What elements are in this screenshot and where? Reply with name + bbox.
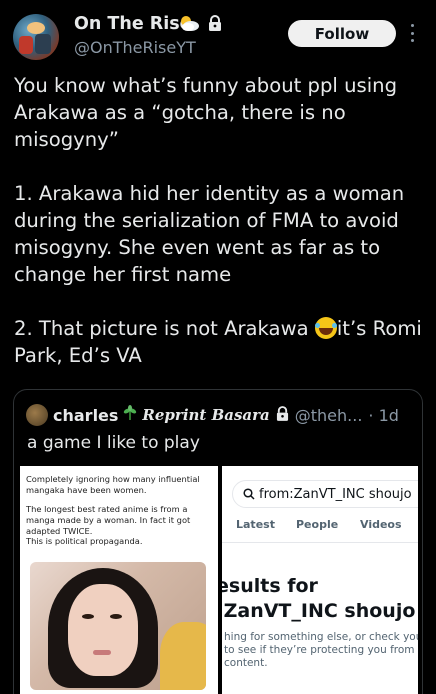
herb-icon xyxy=(122,405,138,425)
no-results-subtext: hing for something else, or check your S… xyxy=(224,631,418,670)
tweet-paragraph-2: 1. Arakawa hid her identity as a woman d… xyxy=(14,182,411,286)
search-tabs-screenshot: Latest People Videos xyxy=(236,518,418,531)
quoted-tweet-header: charles Reprint Basara @theh... · 1d xyxy=(26,404,399,426)
left-image-text-1: Completely ignoring how many influential… xyxy=(26,474,200,495)
lock-icon xyxy=(208,15,222,35)
search-icon xyxy=(243,488,255,500)
quoted-author-handle[interactable]: @theh... xyxy=(295,406,363,425)
author-handle[interactable]: @OnTheRiseYT xyxy=(74,38,196,57)
no-results-line-2: :ZanVT_INC shoujo xyxy=(222,600,416,622)
tweet-paragraph-1: You know what’s funny about ppl using Ar… xyxy=(14,74,404,151)
tweet-header: On The Rise @OnTheRiseYT Follow xyxy=(0,0,436,68)
search-query: from:ZanVT_INC shoujo xyxy=(259,486,412,502)
author-badges xyxy=(178,14,222,36)
quoted-image-left[interactable]: Completely ignoring how many influential… xyxy=(20,466,218,694)
author-name[interactable]: On The Rise xyxy=(74,14,192,34)
no-results-sub-2: to see if they’re protecting you from po… xyxy=(224,644,418,656)
divider xyxy=(222,542,418,543)
quoted-author-name-extra: Reprint Basara xyxy=(142,406,270,424)
tab-latest: Latest xyxy=(236,518,275,531)
laughing-tears-icon xyxy=(314,317,337,339)
tab-people: People xyxy=(296,518,339,531)
lock-icon xyxy=(276,405,289,425)
quoted-tweet-text: a game I like to play xyxy=(27,433,200,453)
quoted-tweet-time[interactable]: · 1d xyxy=(368,406,399,425)
no-results-sub-1a: hing for something else, or check your xyxy=(224,631,418,643)
author-avatar[interactable] xyxy=(13,14,59,60)
tweet-paragraph-3a: 2. That picture is not Arakawa xyxy=(14,317,315,340)
more-options-icon[interactable] xyxy=(409,24,415,42)
no-results-heading: esults for :ZanVT_INC shoujo xyxy=(222,574,415,624)
left-image-text-3: This is political propaganda. xyxy=(26,536,143,546)
quoted-tweet[interactable]: charles Reprint Basara @theh... · 1d a g… xyxy=(13,389,423,694)
quoted-author-name[interactable]: charles xyxy=(53,406,118,425)
sun-behind-cloud-icon xyxy=(178,14,200,36)
follow-button[interactable]: Follow xyxy=(288,20,396,47)
quoted-image-right[interactable]: from:ZanVT_INC shoujo Latest People Vide… xyxy=(222,466,418,694)
portrait-photo xyxy=(30,562,206,690)
tweet-body: You know what’s funny about ppl using Ar… xyxy=(14,72,424,369)
left-image-text-2: The longest best rated anime is from a m… xyxy=(26,504,191,536)
tab-videos: Videos xyxy=(360,518,402,531)
no-results-sub-3: content. xyxy=(224,657,268,669)
no-results-line-1: esults for xyxy=(222,575,318,597)
quoted-author-avatar[interactable] xyxy=(26,404,48,426)
search-bar-screenshot: from:ZanVT_INC shoujo xyxy=(232,480,418,508)
